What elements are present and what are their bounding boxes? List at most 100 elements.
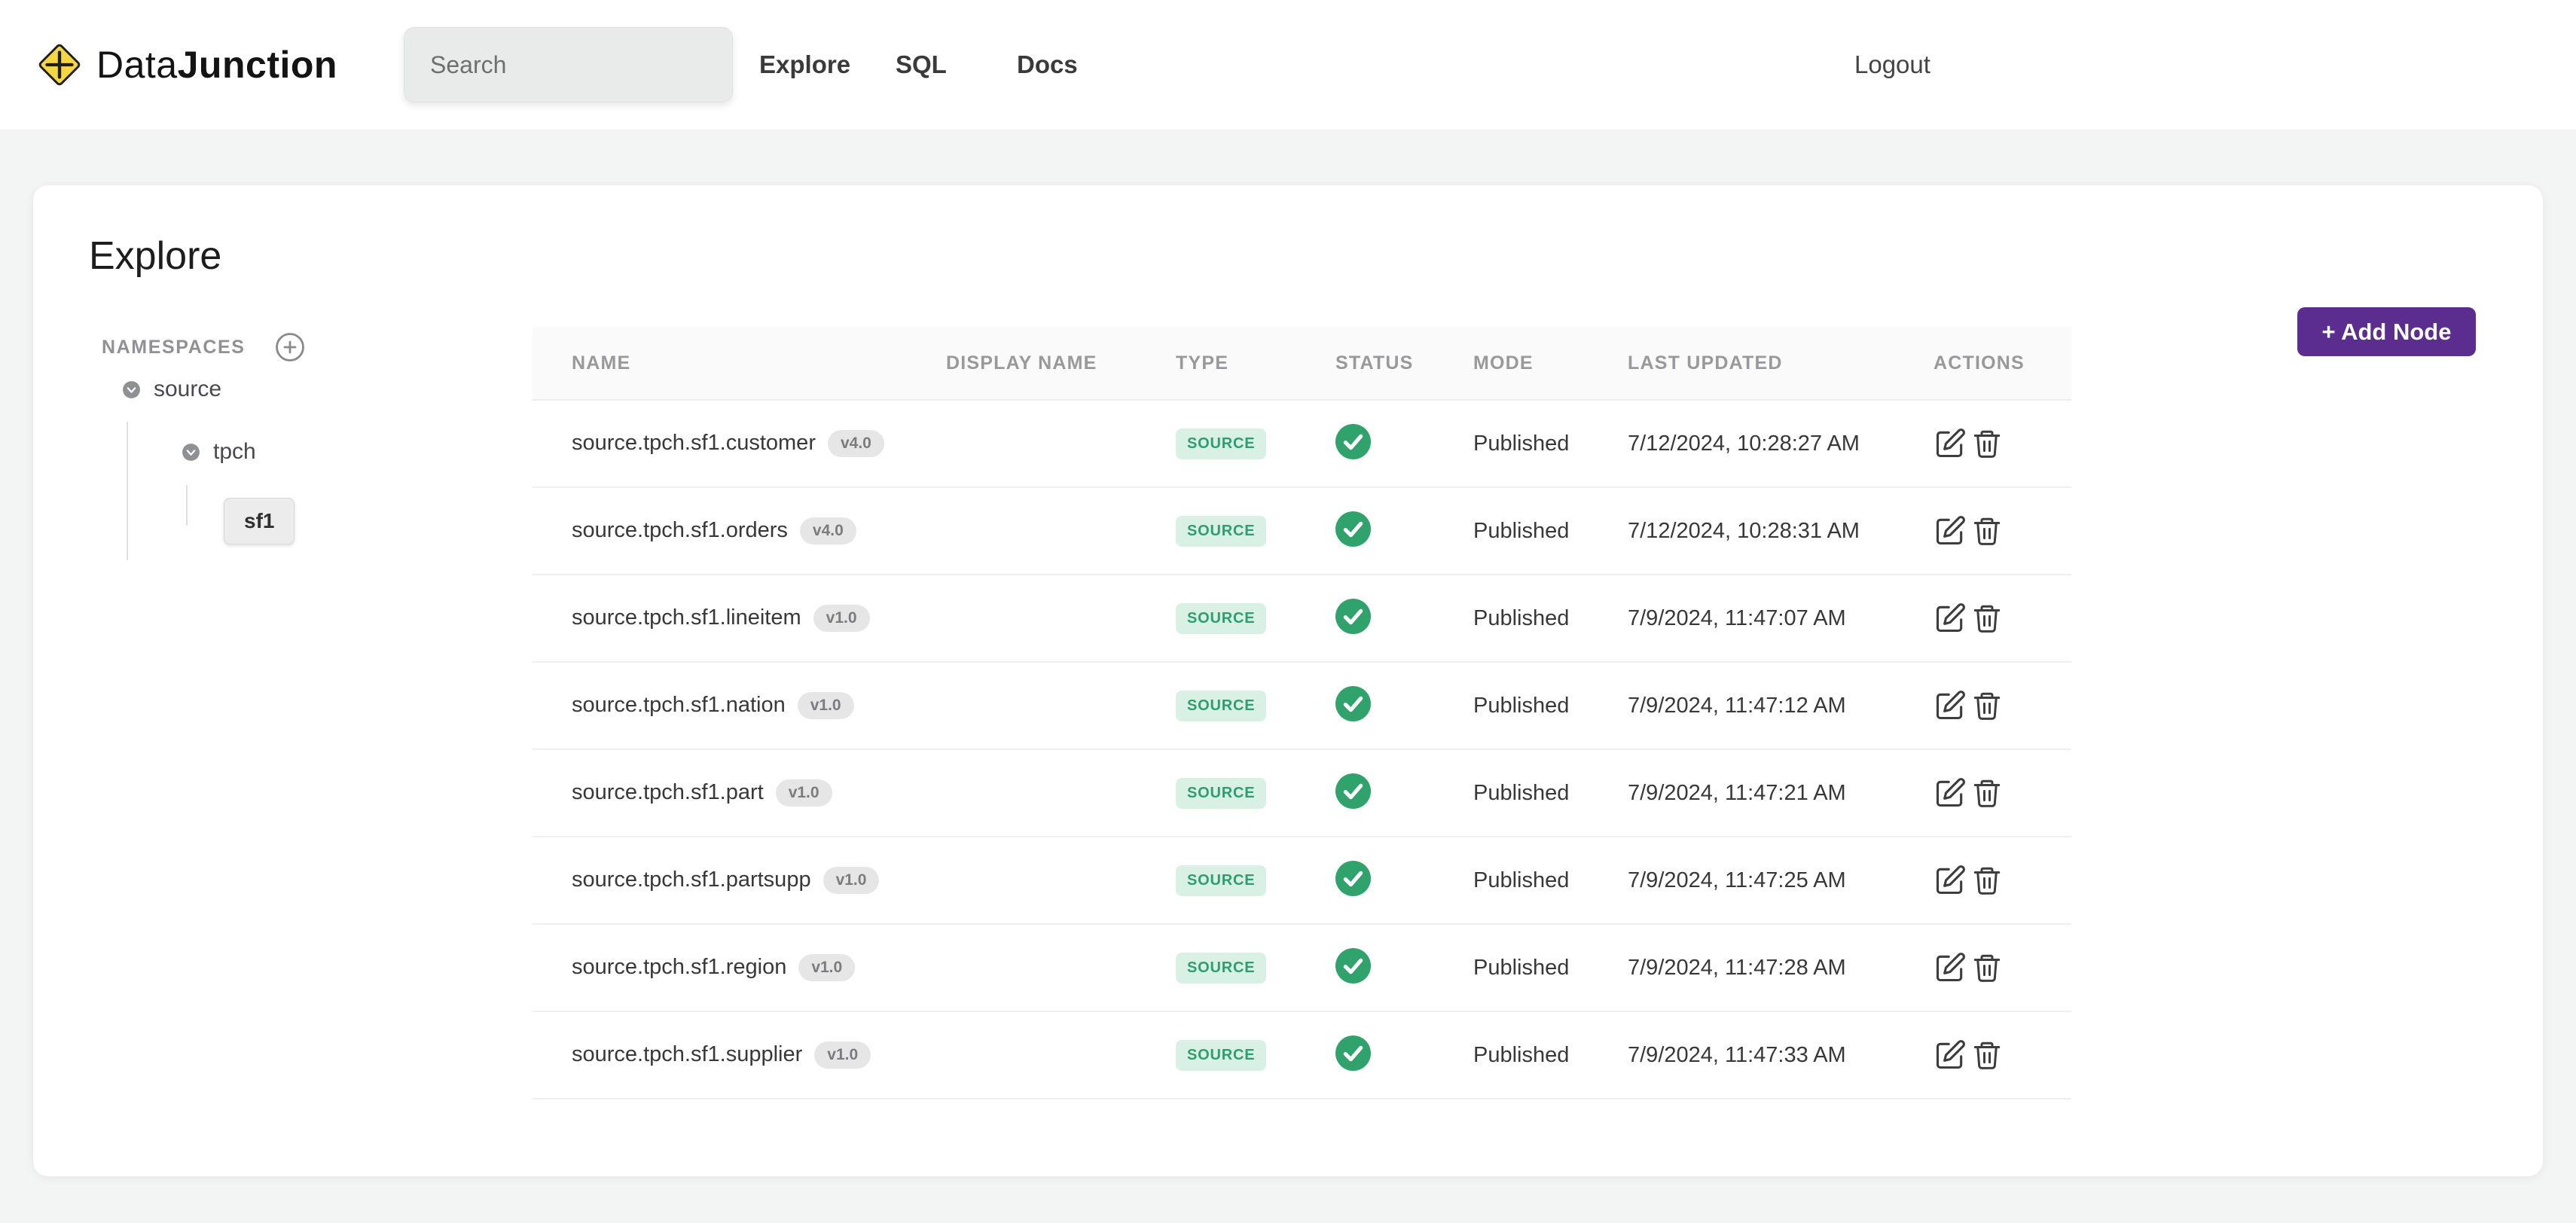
explore-panel: Explore NAMESPACES source tpch [33,185,2543,1176]
table-header-row: NAME DISPLAY NAME TYPE STATUS MODE LAST … [533,327,2071,401]
name-cell: source.tpch.sf1.partsuppv1.0 [572,867,946,894]
mode-text: Published [1473,1043,1628,1068]
column-header-mode: MODE [1473,352,1628,374]
node-name-link[interactable]: source.tpch.sf1.lineitem [572,605,801,630]
status-check-icon [1335,599,1371,634]
mode-text: Published [1473,868,1628,893]
add-namespace-icon[interactable] [274,331,306,363]
actions-cell [1934,514,2071,547]
nav-link-sql[interactable]: SQL [896,50,947,79]
search-input[interactable] [404,27,733,102]
mode-text: Published [1473,694,1628,718]
edit-icon[interactable] [1934,427,1967,460]
edit-icon[interactable] [1934,689,1967,722]
table-row: source.tpch.sf1.nation v1.0 SOURCE Publis… [533,663,2071,750]
delete-icon[interactable] [1971,951,2003,984]
table-body: source.tpch.sf1.customer v4.0 SOURCE Publ… [533,401,2071,1099]
column-header-actions: ACTIONS [1934,352,2071,374]
delete-icon[interactable] [1971,602,2003,635]
last-updated-text: 7/9/2024, 11:47:21 AM [1628,781,1934,806]
namespace-icon [181,442,201,462]
node-name-link[interactable]: source.tpch.sf1.part [572,780,764,804]
version-badge: v1.0 [776,779,832,807]
name-cell: source.tpch.sf1.ordersv4.0 [572,517,946,544]
actions-cell [1934,602,2071,635]
edit-icon[interactable] [1934,514,1967,547]
nav-link-explore[interactable]: Explore [759,50,850,79]
actions-cell [1934,864,2071,897]
delete-icon[interactable] [1971,1038,2003,1072]
delete-icon[interactable] [1971,427,2003,460]
last-updated-text: 7/9/2024, 11:47:12 AM [1628,694,1934,718]
add-node-button[interactable]: + Add Node [2297,307,2476,356]
type-cell: SOURCE [1176,865,1335,896]
table-row: source.tpch.sf1.partsuppv1.0 SOURCE Publ… [533,837,2071,925]
tree-guide-line [127,422,128,560]
brand-logo[interactable]: DataJunction [36,41,337,88]
column-header-last-updated: LAST UPDATED [1628,352,1934,374]
type-badge: SOURCE [1176,516,1266,547]
edit-icon[interactable] [1934,776,1967,810]
node-name-link[interactable]: source.tpch.sf1.supplier [572,1042,802,1066]
mode-text: Published [1473,956,1628,981]
status-check-icon [1335,1035,1371,1071]
node-name-link[interactable]: source.tpch.sf1.orders [572,518,788,542]
name-cell: source.tpch.sf1.supplierv1.0 [572,1042,946,1069]
name-cell: source.tpch.sf1.part v1.0 [572,779,946,807]
version-badge: v4.0 [828,430,884,457]
edit-icon[interactable] [1934,602,1967,635]
edit-icon[interactable] [1934,1038,1967,1072]
mode-text: Published [1473,781,1628,806]
version-badge: v1.0 [798,692,854,719]
table-row: source.tpch.sf1.customerv4.0 SOURCE Publ… [533,401,2071,488]
last-updated-text: 7/12/2024, 10:28:27 AM [1628,432,1934,456]
node-name-link[interactable]: source.tpch.sf1.partsupp [572,868,811,892]
status-check-icon [1335,424,1371,459]
namespace-item-sf1-selected[interactable]: sf1 [224,498,295,544]
type-badge: SOURCE [1176,603,1266,634]
status-check-icon [1335,948,1371,984]
actions-cell [1934,427,2071,460]
status-check-icon [1335,773,1371,809]
logout-link[interactable]: Logout [1854,50,1930,79]
edit-icon[interactable] [1934,951,1967,984]
type-cell: SOURCE [1176,691,1335,721]
table-row: source.tpch.sf1.regionv1.0 SOURCE Publis… [533,925,2071,1012]
delete-icon[interactable] [1971,514,2003,547]
last-updated-text: 7/9/2024, 11:47:25 AM [1628,868,1934,893]
actions-cell [1934,1038,2071,1072]
status-check-icon [1335,511,1371,547]
delete-icon[interactable] [1971,864,2003,897]
top-navbar: DataJunction Explore SQL Docs Logout [0,0,2576,130]
status-cell [1335,1035,1473,1075]
namespace-item-source[interactable]: source [121,377,221,402]
edit-icon[interactable] [1934,864,1967,897]
column-header-display-name: DISPLAY NAME [946,352,1176,374]
namespace-label: tpch [213,439,256,465]
type-badge: SOURCE [1176,865,1266,896]
namespaces-label: NAMESPACES [102,337,246,358]
namespaces-heading: NAMESPACES [102,331,306,363]
mode-text: Published [1473,519,1628,544]
actions-cell [1934,951,2071,984]
status-cell [1335,686,1473,725]
type-badge: SOURCE [1176,429,1266,459]
delete-icon[interactable] [1971,776,2003,810]
status-cell [1335,599,1473,638]
status-cell [1335,511,1473,551]
table-row: source.tpch.sf1.supplierv1.0 SOURCE Publ… [533,1012,2071,1099]
type-cell: SOURCE [1176,1040,1335,1071]
node-name-link[interactable]: source.tpch.sf1.customer [572,431,816,455]
name-cell: source.tpch.sf1.customer v4.0 [572,430,946,457]
tree-guide-line [186,485,188,526]
nav-link-docs[interactable]: Docs [1017,50,1078,79]
status-cell [1335,861,1473,900]
type-cell: SOURCE [1176,429,1335,459]
node-name-link[interactable]: source.tpch.sf1.region [572,955,786,979]
last-updated-text: 7/9/2024, 11:47:28 AM [1628,956,1934,981]
namespace-item-tpch[interactable]: tpch [181,439,256,465]
node-name-link[interactable]: source.tpch.sf1.nation [572,693,786,717]
brand-name: DataJunction [96,43,337,87]
delete-icon[interactable] [1971,689,2003,722]
column-header-status: STATUS [1335,352,1473,374]
